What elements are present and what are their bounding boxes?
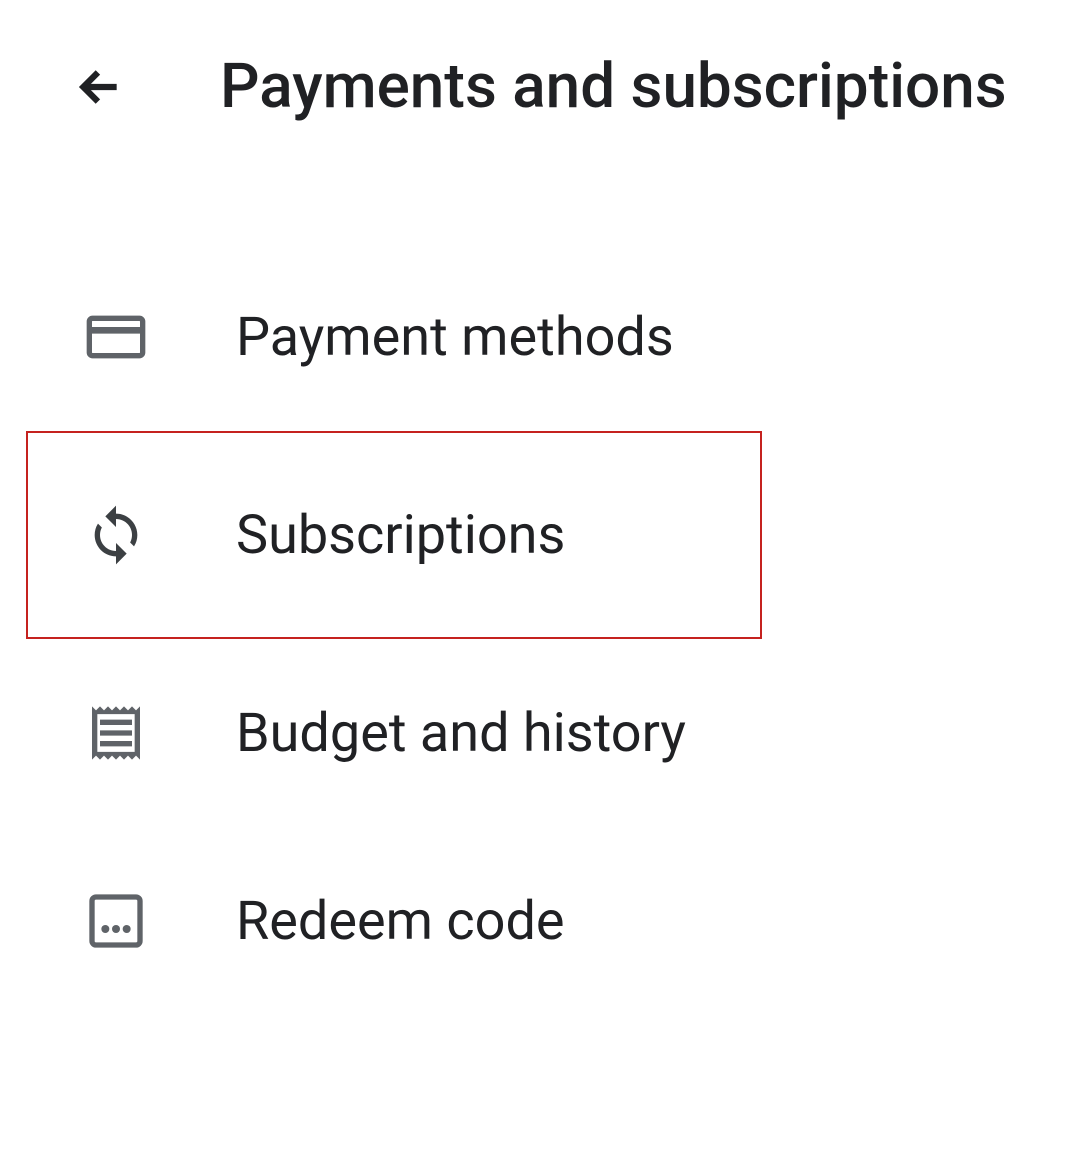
code-box-icon bbox=[84, 889, 148, 953]
header: Payments and subscriptions bbox=[0, 0, 1080, 143]
arrow-left-icon bbox=[75, 62, 125, 112]
menu-item-redeem-code[interactable]: Redeem code bbox=[0, 827, 1080, 1015]
page-title: Payments and subscriptions bbox=[220, 50, 1007, 123]
menu-item-payment-methods[interactable]: Payment methods bbox=[0, 243, 1080, 431]
menu-item-label: Subscriptions bbox=[236, 504, 565, 567]
menu-item-subscriptions[interactable]: Subscriptions bbox=[26, 431, 762, 639]
menu-item-budget-history[interactable]: Budget and history bbox=[0, 639, 1080, 827]
menu-item-label: Budget and history bbox=[236, 702, 686, 765]
receipt-icon bbox=[84, 701, 148, 765]
menu-list: Payment methods Subscriptions Budget and… bbox=[0, 243, 1080, 1015]
credit-card-icon bbox=[84, 305, 148, 369]
menu-item-label: Redeem code bbox=[236, 890, 565, 953]
back-button[interactable] bbox=[70, 57, 130, 117]
menu-item-label: Payment methods bbox=[236, 306, 674, 369]
refresh-icon bbox=[84, 503, 148, 567]
